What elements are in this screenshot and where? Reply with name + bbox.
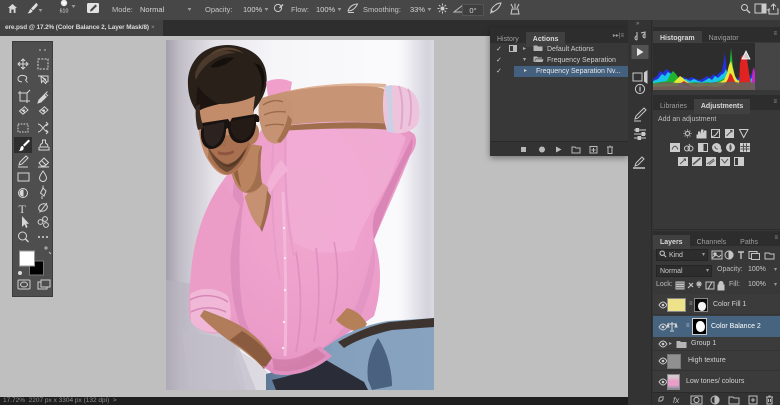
svg-text:fx: fx [673, 396, 680, 405]
svg-text:610: 610 [60, 9, 69, 14]
svg-text:T: T [19, 202, 27, 216]
